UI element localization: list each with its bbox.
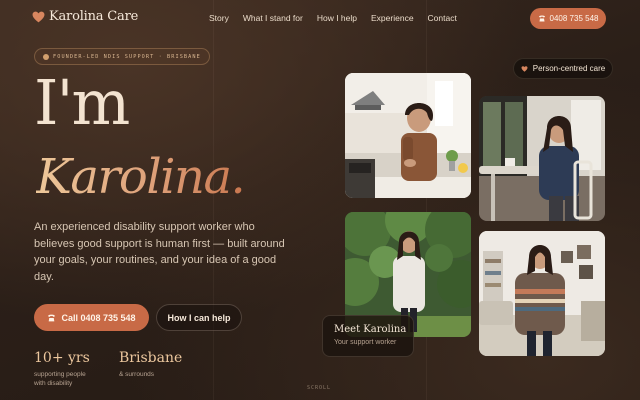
top-nav: Karolina Care Story What I stand for How… [0,0,640,36]
photo-living-room [479,231,605,356]
nav-links: Story What I stand for How I help Experi… [209,13,457,23]
nav-link-story[interactable]: Story [209,13,229,23]
badge-text: Person-centred care [532,64,606,73]
call-button-label: Call 0408 735 548 [61,312,136,323]
nav-call-label: 0408 735 548 [549,14,599,23]
how-i-can-help-button[interactable]: How I can help [156,304,242,331]
call-button[interactable]: Call 0408 735 548 [34,304,149,331]
sparkle-icon [43,53,49,60]
photo-dining [479,96,605,221]
stat-years-label-line1: supporting people [34,371,86,378]
eyebrow-pill: FOUNDER-LED NDIS SUPPORT · BRISBANE [34,48,210,65]
stat-location-value: Brisbane [119,350,183,366]
stat-years-label-line2: with disability [34,380,73,387]
nav-link-what-i-stand-for[interactable]: What I stand for [243,13,303,23]
meet-card-title: Meet Karolina [334,324,407,335]
phone-icon [538,15,545,22]
hero-heading-name: Karolina. [36,140,246,214]
photo-kitchen [345,73,471,198]
meet-karolina-card: Meet Karolina Your support worker [322,315,414,357]
person-centred-badge: Person-centred care [513,58,613,79]
hero-heading-line1: I'm [34,66,130,139]
stat-location-label: & surrounds [119,371,155,378]
nav-link-contact[interactable]: Contact [428,13,457,23]
stat-years-value: 10+ yrs [34,350,90,366]
brand-logo[interactable]: Karolina Care [32,9,138,24]
meet-card-subtitle: Your support worker [334,339,397,346]
phone-icon [48,314,56,321]
nav-link-experience[interactable]: Experience [371,13,414,23]
heart-icon [32,11,45,22]
eyebrow-text: FOUNDER-LED NDIS SUPPORT · BRISBANE [53,53,201,60]
nav-call-button[interactable]: 0408 735 548 [530,8,606,29]
hero-description: An experienced disability support worker… [34,221,285,283]
brand-name: Karolina Care [49,9,139,24]
nav-link-how-i-help[interactable]: How I help [317,13,357,23]
scroll-hint: SCROLL [307,385,332,391]
heart-icon [521,65,528,72]
